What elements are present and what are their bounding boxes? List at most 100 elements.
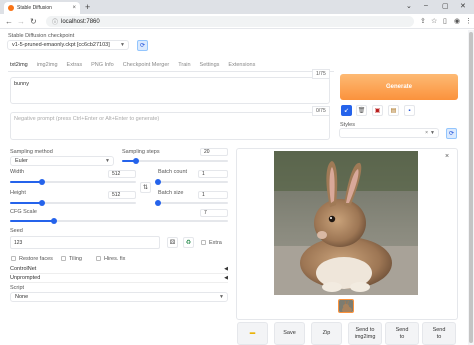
slider-knob[interactable] xyxy=(50,218,57,224)
unprompted-accordion[interactable]: Unprompted ◀ xyxy=(10,275,228,283)
close-gallery-icon[interactable]: × xyxy=(445,153,449,160)
slider-fill xyxy=(10,202,42,204)
open-folder-button[interactable]: ▬ xyxy=(237,322,268,345)
forward-icon[interactable]: → xyxy=(17,17,25,26)
width-input[interactable]: 512 xyxy=(108,170,136,178)
swap-icon: ⇅ xyxy=(142,185,149,191)
browser-tab-title: Stable Diffusion xyxy=(17,5,52,11)
zip-button[interactable]: Zip xyxy=(311,322,342,345)
prompt-input[interactable]: bunny xyxy=(10,77,330,104)
arrow-icon: ↙ xyxy=(343,108,350,114)
cfg-scale-label: CFG Scale xyxy=(10,209,37,215)
info-icon: ⓘ xyxy=(52,20,59,26)
clear-prompt-button[interactable]: 🗑 xyxy=(356,105,367,116)
recycle-icon: ♻ xyxy=(185,240,192,246)
url-text: localhost:7860 xyxy=(61,18,100,25)
checkpoint-label: Stable Diffusion checkpoint xyxy=(8,33,75,39)
close-tab-icon[interactable]: × xyxy=(72,5,76,11)
prompt-token-counter: 1/75 xyxy=(312,69,330,79)
new-tab-icon[interactable]: + xyxy=(85,2,90,12)
extra-seed-checkbox[interactable] xyxy=(201,240,206,245)
gallery-thumbnail[interactable] xyxy=(338,299,354,313)
unprompted-title: Unprompted xyxy=(10,275,41,281)
slider-knob[interactable] xyxy=(155,200,161,206)
generated-image[interactable] xyxy=(274,151,418,295)
sidebar-icon[interactable]: ▯ xyxy=(443,17,447,25)
controlnet-accordion[interactable]: ControlNet ◀ xyxy=(10,266,228,274)
script-value: None xyxy=(15,294,29,300)
refresh-checkpoint-button[interactable]: ⟳ xyxy=(137,40,148,51)
share-icon[interactable]: ⇪ xyxy=(420,17,426,25)
styles-select[interactable]: × ▼ xyxy=(339,128,439,138)
hires-fix-checkbox[interactable] xyxy=(96,256,101,261)
chevron-down-icon[interactable]: ⌄ xyxy=(406,2,412,10)
hires-fix-label: Hires. fix xyxy=(104,256,126,262)
slider-knob[interactable] xyxy=(38,179,45,185)
extra-seed-label: Extra xyxy=(209,240,222,246)
card-icon: ▣ xyxy=(374,108,381,114)
menu-icon[interactable]: ⋮ xyxy=(465,17,472,25)
height-input[interactable]: 512 xyxy=(108,191,136,199)
close-window-icon[interactable]: ✕ xyxy=(460,2,466,10)
browser-tab[interactable]: Stable Diffusion × xyxy=(4,2,80,14)
scrollbar-thumb[interactable] xyxy=(469,32,473,343)
batch-count-slider[interactable] xyxy=(155,179,228,185)
refresh-styles-button[interactable]: ⟳ xyxy=(446,128,457,139)
batch-count-input[interactable]: 1 xyxy=(198,170,228,178)
bunny-photo-icon xyxy=(274,151,418,295)
folder-icon: ▬ xyxy=(249,330,256,336)
checkpoint-value: v1-5-pruned-emaonly.ckpt [cc6cb27103] xyxy=(12,42,110,48)
slider-fill xyxy=(10,220,54,222)
tiling-checkbox[interactable] xyxy=(61,256,66,261)
reuse-seed-button[interactable]: ♻ xyxy=(183,237,194,248)
send-to-extras-line2: to xyxy=(436,333,442,340)
clipboard-icon: ▤ xyxy=(390,108,397,114)
reload-icon[interactable]: ↻ xyxy=(30,17,37,26)
slider-knob[interactable] xyxy=(155,179,161,185)
paste-params-button[interactable]: ↙ xyxy=(341,105,352,116)
send-to-img2img-button[interactable]: Send to img2img xyxy=(348,322,382,345)
clear-icon[interactable]: × xyxy=(425,130,428,136)
seed-label: Seed xyxy=(10,228,23,234)
send-to-extras-button[interactable]: Send to xyxy=(422,322,456,345)
batch-size-input[interactable]: 1 xyxy=(198,191,228,199)
refresh-icon: ⟳ xyxy=(139,43,146,49)
checkpoint-select[interactable]: v1-5-pruned-emaonly.ckpt [cc6cb27103] ▼ xyxy=(7,40,129,50)
random-seed-button[interactable]: ⚄ xyxy=(167,237,178,248)
cfg-scale-slider[interactable] xyxy=(10,218,228,224)
cfg-scale-input[interactable]: 7 xyxy=(200,209,228,217)
chevron-down-icon: ▼ xyxy=(430,130,435,136)
save-button[interactable]: Save xyxy=(274,322,305,345)
negative-prompt-input[interactable]: Negative prompt (press Ctrl+Enter or Alt… xyxy=(10,112,330,140)
sampling-steps-slider[interactable] xyxy=(122,158,228,164)
swap-dimensions-button[interactable]: ⇅ xyxy=(140,182,151,193)
slider-knob[interactable] xyxy=(132,158,139,164)
maximize-icon[interactable]: ▢ xyxy=(442,2,449,10)
minimize-icon[interactable]: – xyxy=(424,2,428,9)
back-icon[interactable]: ← xyxy=(5,17,13,26)
url-input[interactable]: ⓘ localhost:7860 xyxy=(46,16,414,27)
height-label: Height xyxy=(10,190,26,196)
apply-style-button[interactable]: ▤ xyxy=(388,105,399,116)
send-to-inpaint-line2: to xyxy=(399,333,405,340)
seed-input[interactable]: 123 xyxy=(10,236,160,249)
browser-tabstrip: Stable Diffusion × + ⌄ – ▢ ✕ xyxy=(0,0,474,14)
width-slider[interactable] xyxy=(10,179,136,185)
save-style-button[interactable]: ▪ xyxy=(404,105,415,116)
restore-faces-checkbox[interactable] xyxy=(11,256,16,261)
sampling-method-select[interactable]: Euler ▼ xyxy=(10,156,114,166)
height-slider[interactable] xyxy=(10,200,136,206)
batch-size-slider[interactable] xyxy=(155,200,228,206)
profile-icon[interactable]: ◉ xyxy=(454,17,460,25)
show-extra-networks-button[interactable]: ▣ xyxy=(372,105,383,116)
send-to-extras-line1: Send xyxy=(432,326,446,333)
bunny-thumbnail-icon xyxy=(339,300,353,312)
slider-knob[interactable] xyxy=(38,200,45,206)
send-to-inpaint-button[interactable]: Send to xyxy=(385,322,419,345)
bookmark-star-icon[interactable]: ☆ xyxy=(431,17,437,25)
sampling-steps-label: Sampling steps xyxy=(122,149,160,155)
generate-button[interactable]: Generate xyxy=(340,74,458,100)
script-label: Script xyxy=(10,285,25,291)
script-select[interactable]: None ▼ xyxy=(10,292,228,302)
sampling-steps-input[interactable]: 20 xyxy=(200,148,228,156)
